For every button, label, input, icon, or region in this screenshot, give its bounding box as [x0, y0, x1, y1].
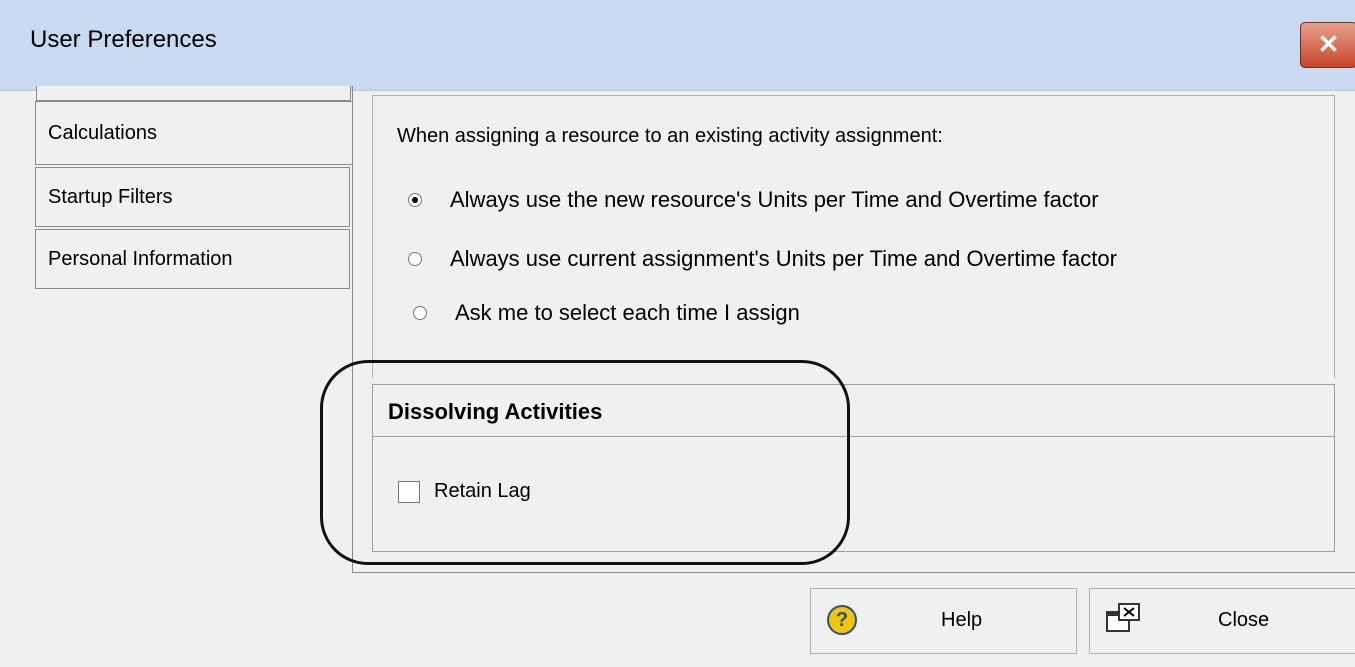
highlight-annotation-oval [320, 360, 850, 565]
window-close-button[interactable]: ✕ [1300, 22, 1355, 68]
option-ask-each-time[interactable]: Ask me to select each time I assign [413, 300, 800, 326]
option-new-resource-units[interactable]: Always use the new resource's Units per … [408, 187, 1099, 213]
help-button-label: Help [941, 609, 983, 631]
tab-startup-filters[interactable]: Startup Filters [35, 167, 350, 227]
close-button-label: Close [1218, 609, 1270, 631]
close-button[interactable]: Close [1089, 588, 1355, 654]
tab-personal-information[interactable]: Personal Information [35, 229, 350, 289]
option-label: Ask me to select each time I assign [455, 300, 800, 325]
help-question-icon: ? [827, 605, 857, 635]
option-label: Always use the new resource's Units per … [450, 187, 1099, 212]
radio-button[interactable] [408, 252, 422, 266]
user-preferences-dialog: User Preferences ✕ Calculations Startup … [0, 0, 1355, 667]
window-title: User Preferences [30, 26, 217, 53]
assignment-prompt: When assigning a resource to an existing… [397, 125, 943, 147]
radio-button-selected[interactable] [408, 193, 422, 207]
close-window-icon [1106, 603, 1140, 632]
option-label: Always use current assignment's Units pe… [450, 246, 1117, 271]
tab-strip-top [36, 86, 351, 101]
title-bar[interactable]: User Preferences ✕ [0, 0, 1355, 91]
radio-button[interactable] [413, 306, 427, 320]
option-current-assignment-units[interactable]: Always use current assignment's Units pe… [408, 246, 1117, 272]
tab-calculations[interactable]: Calculations [35, 101, 353, 165]
help-button[interactable]: ? Help [810, 588, 1077, 654]
